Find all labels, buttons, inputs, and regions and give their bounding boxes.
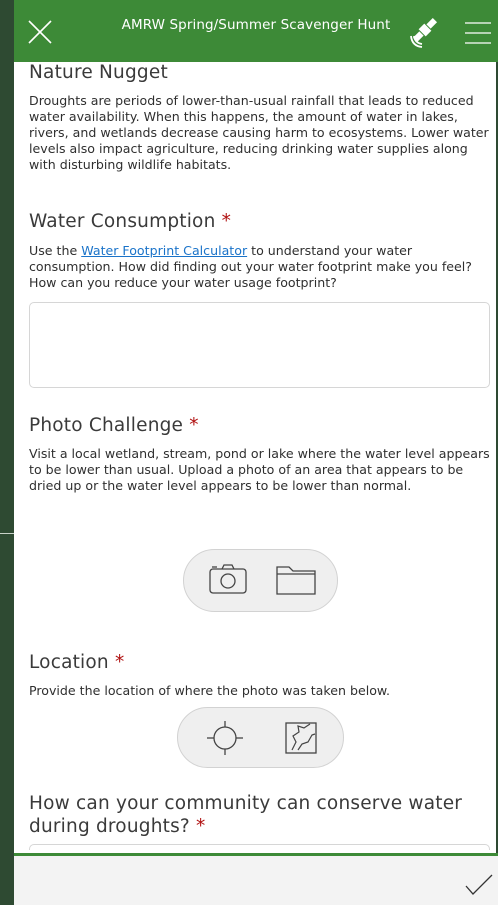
- community-question-line1: How can your community can conserve wate…: [29, 793, 463, 814]
- water-consumption-answer[interactable]: [29, 302, 490, 388]
- form-content: Nature Nugget Droughts are periods of lo…: [14, 62, 498, 850]
- hamburger-menu-icon: [465, 22, 491, 44]
- nugget-text: Droughts are periods of lower-than-usual…: [29, 93, 489, 172]
- location-text: Provide the location of where the photo …: [29, 683, 391, 698]
- photo-challenge-title: Photo Challenge *: [29, 415, 199, 436]
- water-text-before: Use the: [29, 243, 82, 258]
- water-consumption-label: Water Consumption: [29, 211, 216, 232]
- map-select-button[interactable]: [268, 708, 334, 768]
- photo-challenge-text: Visit a local wetland, stream, pond or l…: [29, 446, 490, 493]
- location-label: Location: [29, 652, 109, 673]
- camera-button[interactable]: [196, 550, 260, 612]
- folder-icon: [276, 566, 316, 595]
- map-icon: [285, 722, 317, 754]
- community-question-line2: during droughts?: [29, 816, 190, 837]
- gps-status-button[interactable]: [408, 16, 442, 50]
- close-icon: [28, 20, 52, 44]
- edge-line: [0, 533, 14, 534]
- locate-me-button[interactable]: [192, 708, 258, 768]
- form-footer: [14, 856, 498, 905]
- required-marker: *: [114, 652, 125, 673]
- left-edge-strip: [0, 0, 14, 905]
- required-marker: *: [196, 816, 206, 837]
- water-consumption-text: Use the Water Footprint Calculator to un…: [29, 243, 491, 291]
- crosshair-icon: [207, 721, 243, 755]
- app-title: AMRW Spring/Summer Scavenger Hunt: [121, 17, 391, 33]
- photo-attach-buttons: [183, 549, 338, 612]
- checkmark-icon: [465, 874, 493, 895]
- submit-button[interactable]: [464, 872, 494, 898]
- file-browse-button[interactable]: [264, 550, 328, 612]
- water-consumption-title: Water Consumption *: [29, 211, 231, 232]
- community-answer[interactable]: [29, 844, 490, 850]
- location-buttons: [177, 707, 344, 768]
- satellite-icon: [410, 17, 438, 48]
- photo-challenge-label: Photo Challenge: [29, 415, 184, 436]
- required-marker: *: [189, 415, 199, 436]
- community-question-title: How can your community can conserve wate…: [29, 792, 462, 838]
- camera-icon: [209, 564, 247, 594]
- location-title: Location *: [29, 652, 124, 673]
- water-footprint-link[interactable]: Water Footprint Calculator: [81, 243, 247, 258]
- required-marker: *: [221, 211, 232, 232]
- close-button[interactable]: [26, 18, 54, 46]
- menu-button[interactable]: [464, 20, 492, 46]
- nugget-title: Nature Nugget: [29, 62, 168, 83]
- app-header: AMRW Spring/Summer Scavenger Hunt: [14, 0, 498, 62]
